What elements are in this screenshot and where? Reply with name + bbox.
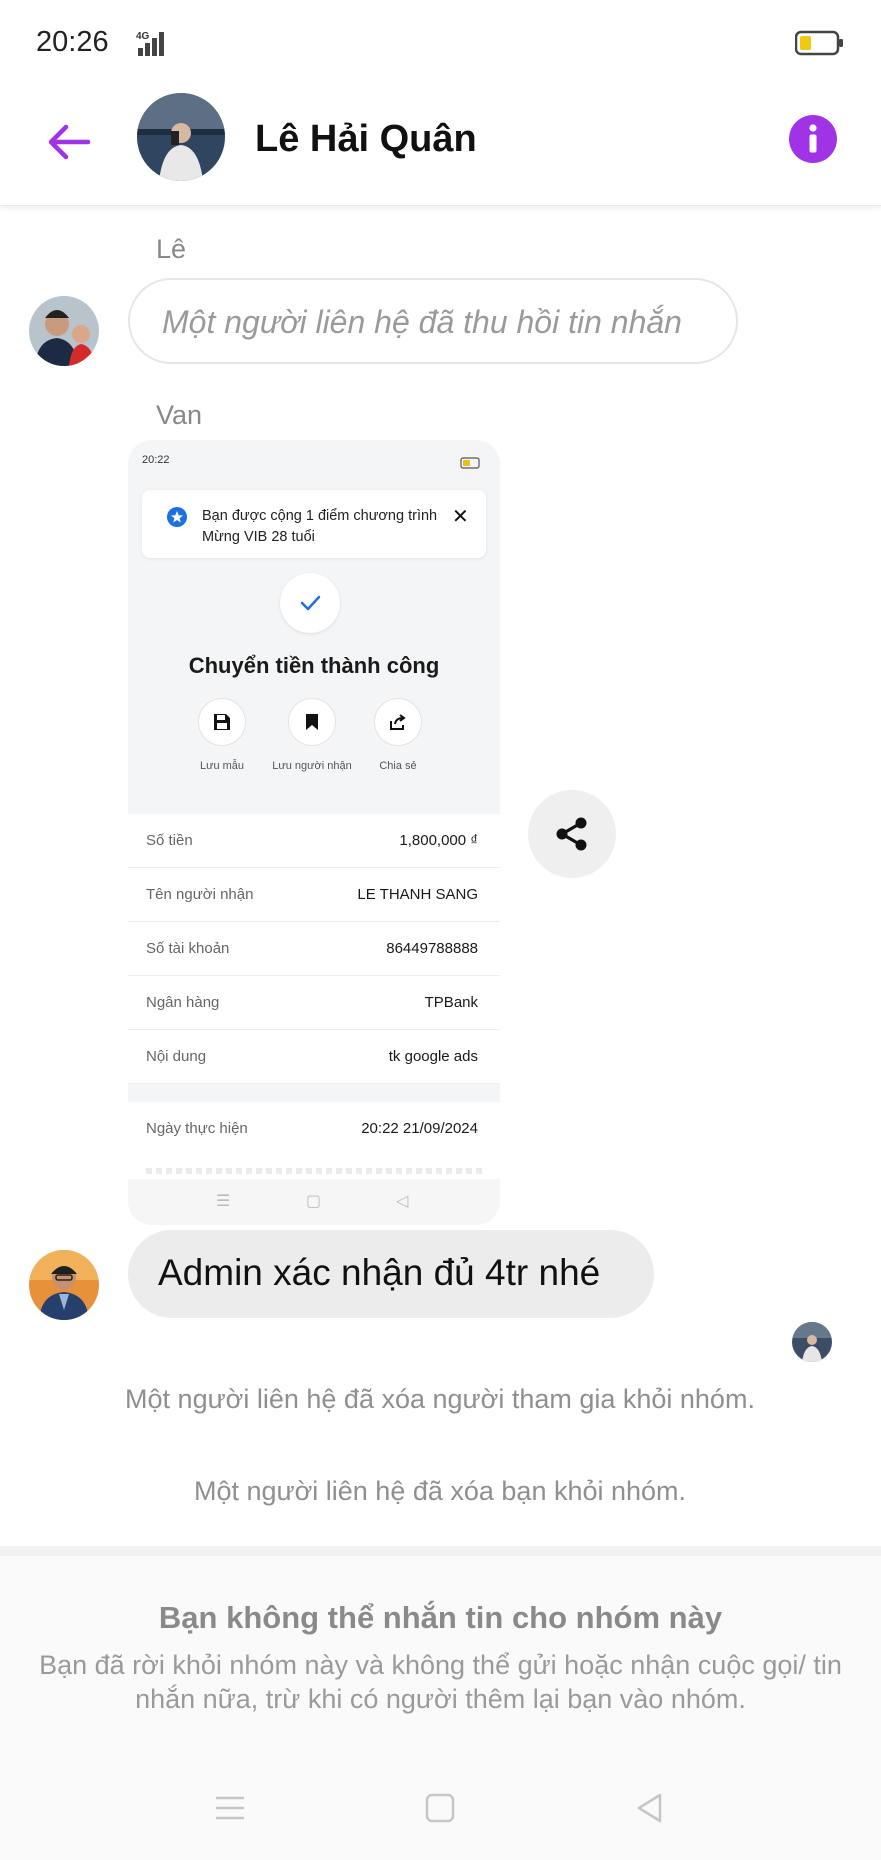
status-bar: 20:26 4G — [0, 0, 881, 88]
status-time: 20:26 — [36, 26, 109, 58]
menu-button[interactable] — [210, 1788, 250, 1828]
receipt-row: Nội dung tk google ads — [128, 1030, 500, 1084]
receipt-image[interactable]: 20:22 Bạn được cộng 1 điểm chương trình … — [128, 440, 500, 1225]
info-icon — [789, 115, 837, 163]
share-icon — [374, 698, 422, 746]
chat-header: Lê Hải Quân — [0, 88, 881, 206]
receipt-row: Số tiền 1,800,000 ₫ — [128, 814, 500, 868]
home-button[interactable] — [420, 1788, 460, 1828]
row-key: Số tiền — [146, 832, 193, 849]
system-message: Một người liên hệ đã xóa người tham gia … — [125, 1384, 755, 1414]
row-key: Nội dung — [146, 1048, 207, 1065]
star-badge-icon — [166, 506, 188, 533]
arrow-left-icon — [48, 124, 91, 160]
row-value: 86449788888 — [386, 940, 478, 957]
message-bubble[interactable]: Admin xác nhận đủ 4tr nhé — [128, 1230, 654, 1318]
share-button[interactable] — [528, 790, 616, 878]
info-button[interactable] — [788, 114, 838, 164]
bookmark-icon — [288, 698, 336, 746]
row-key: Ngày thực hiện — [146, 1120, 248, 1137]
network-label: 4G — [136, 31, 150, 42]
action-label: Lưu người nhận — [272, 760, 352, 772]
home-icon — [425, 1793, 455, 1823]
receipt-status-time: 20:22 — [142, 454, 170, 466]
system-nav-bar — [0, 1772, 881, 1842]
cut-off-row — [146, 1168, 482, 1174]
battery-icon — [794, 30, 845, 61]
row-key: Số tài khoản — [146, 940, 230, 957]
receipt-row: Tên người nhận LE THANH SANG — [128, 868, 500, 922]
sender-avatar[interactable] — [29, 1250, 99, 1320]
receipt-action-save-recipient: Lưu người nhận — [272, 698, 352, 774]
chat-title[interactable]: Lê Hải Quân — [255, 118, 477, 161]
action-label: Lưu mẫu — [199, 760, 245, 772]
receipt-title: Chuyển tiền thành công — [188, 653, 440, 678]
signal-icon: 4G — [134, 28, 174, 63]
row-value: tk google ads — [388, 1048, 478, 1065]
receipt-battery-icon — [460, 456, 482, 474]
back-nav-button[interactable] — [630, 1788, 670, 1828]
receipt-row: Ngân hàng TPBank — [128, 976, 500, 1030]
menu-icon: ☰ — [216, 1193, 231, 1210]
receipt-row: Số tài khoản 86449788888 — [128, 922, 500, 976]
row-value: TPBank — [424, 994, 478, 1011]
row-key: Tên người nhận — [146, 886, 254, 903]
share-nodes-icon — [556, 817, 587, 851]
receipt-nav-bar: ☰ ▢ ◁ — [128, 1179, 500, 1225]
sender-avatar[interactable] — [29, 296, 99, 366]
footer-title: Bạn không thể nhắn tin cho nhóm này — [158, 1600, 723, 1635]
footer-description: Bạn đã rời khỏi nhóm này và không thể gử… — [39, 1650, 842, 1714]
close-icon: ✕ — [452, 506, 469, 528]
save-icon — [198, 698, 246, 746]
row-key: Ngân hàng — [146, 994, 220, 1011]
toast-text: Bạn được cộng 1 điểm chương trình Mừng V… — [202, 508, 438, 545]
sender-name: Van — [156, 400, 203, 430]
receipt-toast: Bạn được cộng 1 điểm chương trình Mừng V… — [142, 490, 486, 558]
row-value: 1,800,000 ₫ — [399, 832, 478, 849]
system-message: Một người liên hệ đã xóa bạn khỏi nhóm. — [193, 1476, 687, 1506]
recalled-message-bubble[interactable]: Một người liên hệ đã thu hồi tin nhắn — [128, 278, 738, 364]
receipt-details: Số tiền 1,800,000 ₫ Tên người nhận LE THAN… — [128, 814, 500, 1084]
back-triangle-icon: ◁ — [396, 1193, 409, 1210]
receipt-action-save-template: Lưu mẫu — [182, 698, 262, 774]
action-label: Chia sẻ — [379, 760, 417, 772]
back-triangle-icon — [637, 1793, 662, 1823]
row-value: LE THANH SANG — [357, 886, 478, 903]
menu-icon — [216, 1796, 244, 1820]
sender-name: Lê — [156, 234, 187, 264]
header-avatar[interactable] — [137, 93, 225, 181]
seen-avatar — [792, 1322, 832, 1362]
check-icon — [280, 573, 340, 633]
row-value: 20:22 21/09/2024 — [361, 1120, 478, 1137]
home-icon: ▢ — [306, 1193, 322, 1210]
footer-divider — [0, 1546, 881, 1556]
receipt-action-share: Chia sẻ — [358, 698, 438, 774]
back-button[interactable] — [40, 112, 100, 172]
